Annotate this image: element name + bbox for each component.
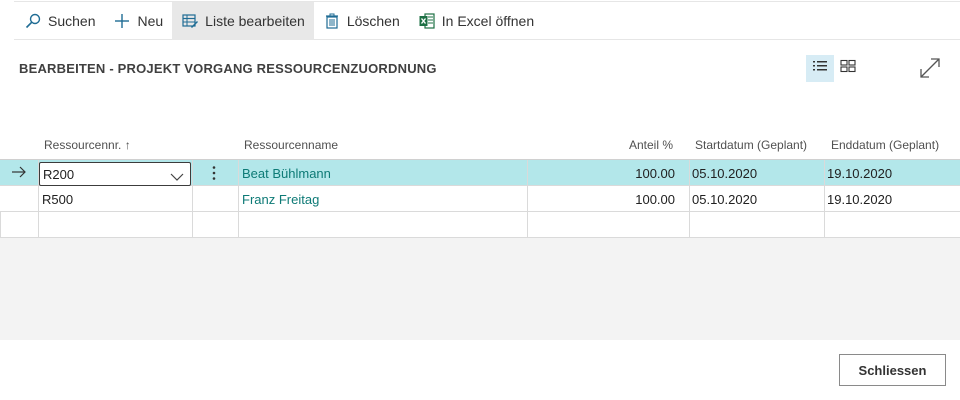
edit-list-icon: [181, 12, 199, 30]
column-divider: [527, 160, 528, 186]
column-divider: [38, 186, 39, 212]
column-header-share[interactable]: Anteil %: [629, 138, 673, 152]
open-in-excel-button-label: In Excel öffnen: [441, 12, 535, 29]
column-divider: [824, 186, 825, 212]
end-date-value[interactable]: 19.10.2020: [827, 166, 892, 181]
column-divider: [689, 160, 690, 186]
tile-view-button[interactable]: [834, 55, 862, 82]
column-divider: [527, 212, 528, 238]
column-divider: [824, 160, 825, 186]
row-arrow-icon: [11, 165, 27, 184]
share-value[interactable]: 100.00: [600, 192, 675, 207]
list-view-button[interactable]: [806, 55, 834, 82]
column-header-resource-name[interactable]: Ressourcenname: [244, 138, 338, 152]
column-divider: [192, 186, 193, 212]
tile-view-icon: [840, 59, 856, 78]
column-divider: [38, 212, 39, 238]
column-divider: [238, 186, 239, 212]
edit-list-button[interactable]: Liste bearbeiten: [172, 1, 314, 40]
excel-icon: [418, 12, 436, 30]
column-divider: [238, 212, 239, 238]
open-in-excel-button[interactable]: In Excel öffnen: [409, 2, 543, 40]
resource-no-value: R200: [43, 167, 75, 182]
delete-button-label: Löschen: [346, 12, 400, 29]
column-divider: [689, 186, 690, 212]
edit-list-button-label: Liste bearbeiten: [205, 12, 305, 29]
column-header-end-date[interactable]: Enddatum (Geplant): [831, 138, 939, 152]
column-header-resource-no[interactable]: Ressourcennr. ↑: [44, 138, 131, 152]
resource-name-link[interactable]: Franz Freitag: [242, 192, 319, 207]
resource-name-link[interactable]: Beat Bühlmann: [242, 166, 331, 181]
resource-no-dropdown[interactable]: R200: [39, 162, 191, 186]
column-divider: [824, 212, 825, 238]
column-divider: [192, 212, 193, 238]
resource-no-value[interactable]: R500: [42, 192, 73, 207]
table-row[interactable]: R200 Beat Bühlmann 100.00 05.10.2020 19.…: [0, 160, 960, 186]
row-actions-icon[interactable]: [208, 165, 220, 181]
plus-icon: [113, 12, 131, 30]
column-header-start-date[interactable]: Startdatum (Geplant): [695, 138, 807, 152]
grid-header: Ressourcennr. ↑ Ressourcenname Anteil % …: [0, 128, 960, 160]
empty-table-row[interactable]: [0, 212, 960, 238]
table-row[interactable]: R500 Franz Freitag 100.00 05.10.2020 19.…: [0, 186, 960, 212]
sort-ascending-icon: ↑: [124, 138, 131, 152]
expand-button[interactable]: [916, 56, 944, 84]
search-button-label: Suchen: [48, 12, 96, 29]
chevron-down-icon[interactable]: [170, 169, 184, 187]
page-title: BEARBEITEN - PROJEKT VORGANG RESSOURCENZ…: [19, 61, 437, 76]
start-date-value[interactable]: 05.10.2020: [692, 192, 757, 207]
action-toolbar: Suchen Neu Liste bearbeiten Löschen In E…: [14, 1, 960, 40]
new-button-label: Neu: [137, 12, 164, 29]
close-button[interactable]: Schliessen: [839, 354, 946, 386]
page: Suchen Neu Liste bearbeiten Löschen In E…: [0, 0, 960, 400]
new-button[interactable]: Neu: [104, 2, 172, 40]
end-date-value[interactable]: 19.10.2020: [827, 192, 892, 207]
share-value[interactable]: 100.00: [600, 166, 675, 181]
delete-button[interactable]: Löschen: [314, 2, 409, 40]
column-divider: [527, 186, 528, 212]
start-date-value[interactable]: 05.10.2020: [692, 166, 757, 181]
search-icon: [24, 12, 42, 30]
list-view-icon: [812, 59, 828, 78]
search-button[interactable]: Suchen: [14, 2, 104, 40]
resource-grid: Ressourcennr. ↑ Ressourcenname Anteil % …: [0, 128, 960, 340]
column-divider: [0, 212, 1, 238]
trash-icon: [323, 12, 341, 30]
column-divider: [192, 160, 193, 186]
expand-icon: [918, 56, 942, 85]
column-divider: [238, 160, 239, 186]
column-divider: [689, 212, 690, 238]
